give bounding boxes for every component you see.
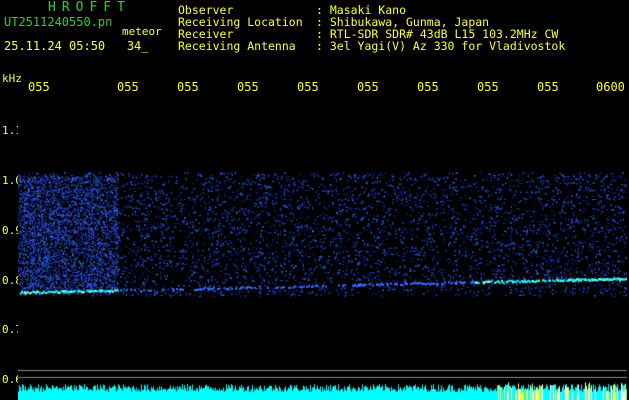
filename-label: UT2511240550.pn [4,15,113,29]
meta-value: : 3el Yagi(V) Az 330 for Vladivostok [316,39,566,53]
meteor-label: meteor [122,25,162,38]
x-tick-label: 055 [177,80,199,94]
meta-antenna: Receiving Antenna : 3el Yagi(V) Az 330 f… [178,40,565,52]
hrofft-title: HROFFT [48,0,131,15]
x-tick-label: 055 [357,80,379,94]
x-tick-label: 055 [117,80,139,94]
x-tick-label: 055 [417,80,439,94]
x-tick-label: 055 [477,80,499,94]
meta-key: Receiving Antenna [178,39,296,53]
spectrogram-plot [18,96,627,400]
datetime-label: 25.11.24 05:50 34_ [4,39,149,53]
x-tick-label: 055 [237,80,259,94]
observation-metadata: Observer : Masaki Kano Receiving Locatio… [178,4,565,52]
x-tick-label: 055 [28,80,50,94]
x-tick-label: 055 [297,80,319,94]
x-tick-label: 0600 [596,80,625,94]
y-axis-unit: kHz [2,72,22,85]
x-tick-label: 055 [537,80,559,94]
